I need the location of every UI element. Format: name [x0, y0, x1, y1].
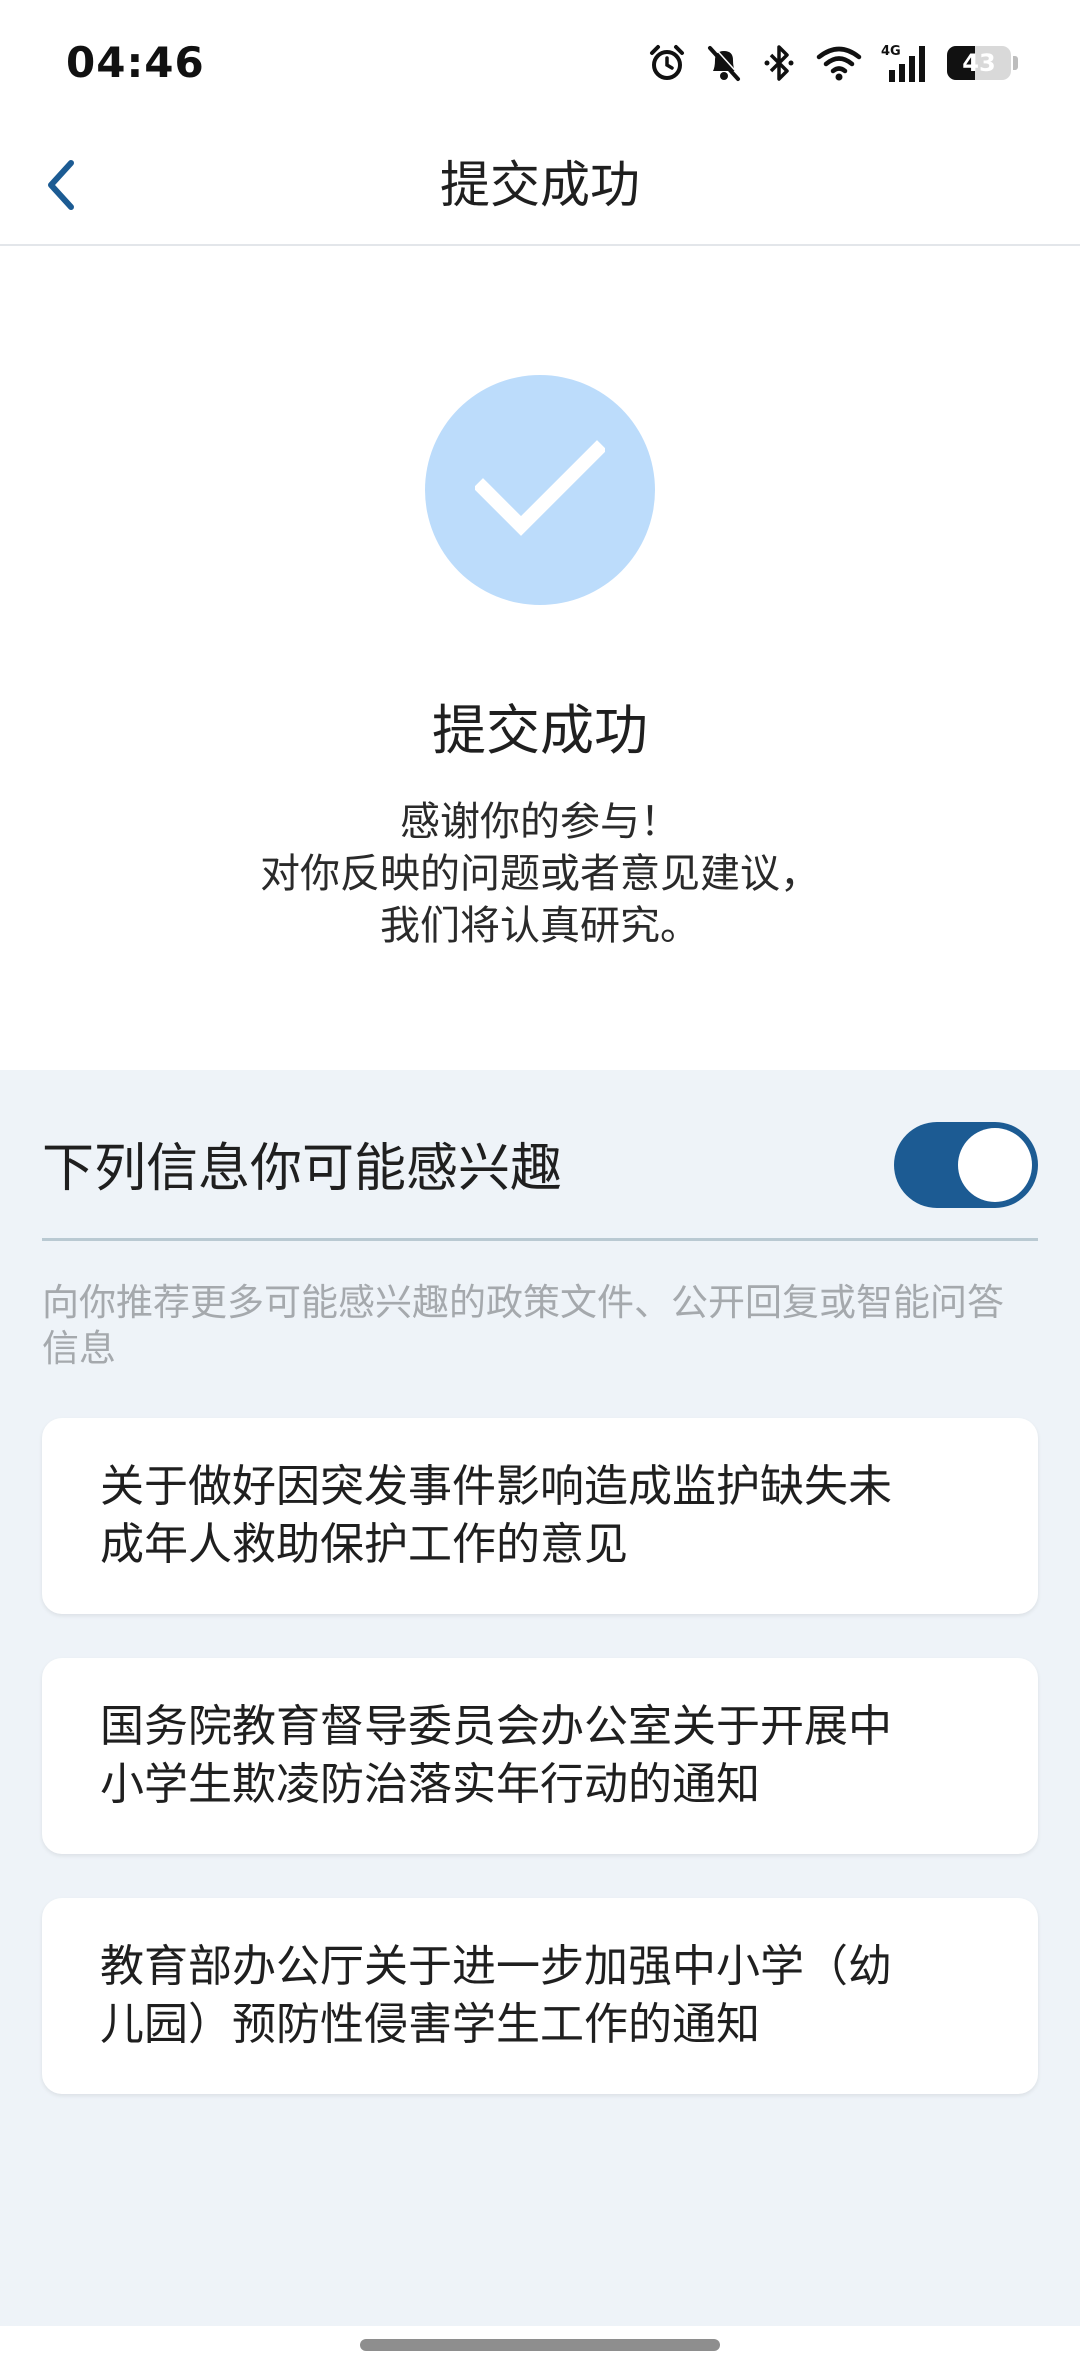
- success-message-line: 感谢你的参与！: [400, 799, 680, 845]
- bell-muted-icon: [705, 43, 743, 83]
- divider: [42, 1238, 1038, 1241]
- bluetooth-icon: [761, 43, 797, 83]
- page-title: 提交成功: [440, 156, 640, 214]
- recommend-toggle[interactable]: [894, 1122, 1038, 1208]
- card-title-line: 成年人救助保护工作的意见: [100, 1519, 628, 1570]
- check-icon: [475, 440, 605, 536]
- success-message-line: 对你反映的问题或者意见建议，: [260, 851, 820, 897]
- alarm-icon: [647, 43, 687, 83]
- success-message-line: 我们将认真研究。: [380, 903, 700, 949]
- card-title-line: 儿园）预防性侵害学生工作的通知: [100, 1999, 760, 2050]
- status-bar: 04:46 4G 43: [0, 0, 1080, 126]
- battery-level: 43: [962, 49, 996, 77]
- success-title: 提交成功: [432, 699, 648, 762]
- recommend-card[interactable]: 国务院教育督导委员会办公室关于开展中 小学生欺凌防治落实年行动的通知: [42, 1658, 1038, 1854]
- recommend-card-title: 国务院教育督导委员会办公室关于开展中 小学生欺凌防治落实年行动的通知: [100, 1698, 1000, 1814]
- recommend-card[interactable]: 关于做好因突发事件影响造成监护缺失未 成年人救助保护工作的意见: [42, 1418, 1038, 1614]
- wifi-icon: [815, 43, 863, 83]
- card-title-line: 小学生欺凌防治落实年行动的通知: [100, 1759, 760, 1810]
- recommend-card-title: 教育部办公厅关于进一步加强中小学（幼 儿园）预防性侵害学生工作的通知: [100, 1938, 1000, 2054]
- battery-icon: 43: [947, 46, 1011, 80]
- network-label: 4G: [881, 44, 901, 59]
- toggle-knob: [958, 1128, 1032, 1202]
- card-title-line: 关于做好因突发事件影响造成监护缺失未: [100, 1461, 892, 1512]
- success-panel: 提交成功 感谢你的参与！ 对你反映的问题或者意见建议， 我们将认真研究。: [0, 246, 1080, 1070]
- nav-bar: 提交成功: [0, 126, 1080, 246]
- recommend-card[interactable]: 教育部办公厅关于进一步加强中小学（幼 儿园）预防性侵害学生工作的通知: [42, 1898, 1038, 2094]
- success-check-circle: [425, 375, 655, 605]
- home-indicator[interactable]: [360, 2339, 720, 2351]
- recommend-section: 下列信息你可能感兴趣 向你推荐更多可能感兴趣的政策文件、公开回复或智能问答信息 …: [0, 1070, 1080, 2330]
- status-icons: 4G 43: [647, 38, 1018, 88]
- recommend-description: 向你推荐更多可能感兴趣的政策文件、公开回复或智能问答信息: [42, 1281, 1004, 1370]
- success-message: 感谢你的参与！ 对你反映的问题或者意见建议， 我们将认真研究。: [0, 796, 1080, 952]
- card-title-line: 国务院教育督导委员会办公室关于开展中: [100, 1701, 892, 1752]
- recommend-card-title: 关于做好因突发事件影响造成监护缺失未 成年人救助保护工作的意见: [100, 1458, 1000, 1574]
- card-title-line: 教育部办公厅关于进一步加强中小学（幼: [100, 1941, 892, 1992]
- battery-tip: [1013, 56, 1018, 70]
- recommend-header: 下列信息你可能感兴趣: [42, 1139, 563, 1199]
- status-time: 04:46: [66, 38, 205, 87]
- signal-4g-icon: 4G: [881, 42, 929, 84]
- bottom-strip: [0, 2326, 1080, 2376]
